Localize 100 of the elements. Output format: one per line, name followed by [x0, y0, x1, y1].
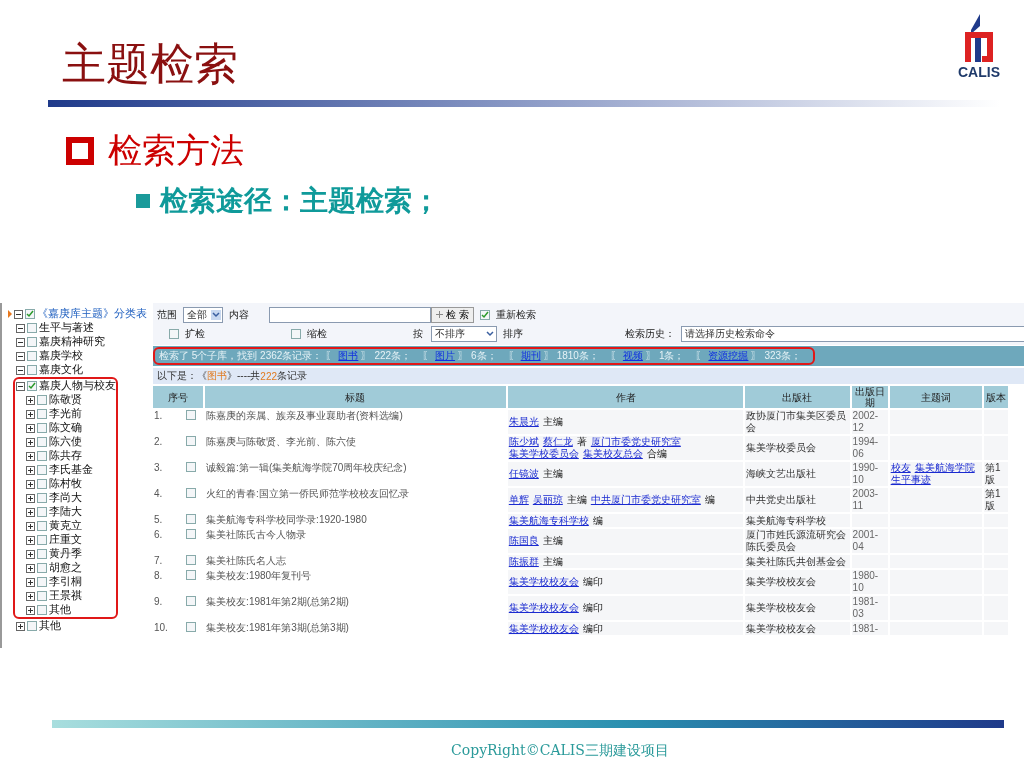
subject-link[interactable]: 生平事迹	[890, 474, 931, 485]
minus-box-icon[interactable]	[16, 381, 25, 391]
minus-box-icon[interactable]	[16, 351, 25, 361]
checkbox[interactable]	[37, 591, 47, 601]
checkbox[interactable]	[186, 529, 197, 539]
plus-box-icon[interactable]	[26, 479, 35, 489]
plus-box-icon[interactable]	[26, 465, 35, 475]
checkbox[interactable]	[186, 462, 197, 472]
checkbox[interactable]	[291, 328, 301, 339]
sort-select[interactable]: 不排序	[431, 325, 497, 342]
tree-item[interactable]: 陈敬贤	[49, 393, 82, 407]
tree-item[interactable]: 陈共存	[49, 449, 82, 463]
tree-item[interactable]: 黄丹季	[49, 547, 82, 561]
checkbox[interactable]	[186, 514, 197, 524]
checkbox[interactable]	[27, 365, 37, 375]
checkbox[interactable]	[25, 309, 35, 319]
checkbox[interactable]	[37, 521, 47, 531]
checkbox[interactable]	[27, 337, 37, 347]
caret-icon[interactable]	[211, 309, 221, 320]
checkbox[interactable]	[186, 570, 197, 580]
author-link[interactable]: 陈国良	[508, 535, 539, 546]
subject-link[interactable]: 校友	[890, 462, 911, 473]
author-link[interactable]: 吴丽琼	[532, 494, 563, 505]
plus-box-icon[interactable]	[26, 423, 35, 433]
checkbox[interactable]	[186, 410, 197, 420]
tree-item[interactable]: 《嘉庚库主题》分类表	[37, 307, 147, 321]
tree-item[interactable]: 王景祺	[49, 589, 82, 603]
checkbox[interactable]	[37, 437, 47, 447]
checkbox[interactable]	[186, 622, 197, 632]
subject-link[interactable]: 集美航海学院	[914, 462, 975, 473]
plus-box-icon[interactable]	[26, 563, 35, 573]
tree-item[interactable]: 李氏基金	[49, 463, 93, 477]
history-select[interactable]: 请选择历史检索命令	[681, 325, 1024, 342]
plus-box-icon[interactable]	[26, 521, 35, 531]
checkbox[interactable]	[27, 323, 37, 333]
checkbox[interactable]	[27, 351, 37, 361]
checkbox[interactable]	[186, 596, 197, 606]
tree-item[interactable]: 陈文确	[49, 421, 82, 435]
author-link[interactable]: 集美航海专科学校	[508, 514, 589, 526]
author-link[interactable]: 任镜波	[508, 468, 539, 479]
author-link[interactable]: 厦门市委党史研究室	[590, 436, 681, 447]
author-link[interactable]: 单辉	[508, 494, 529, 505]
plus-box-icon[interactable]	[26, 535, 35, 545]
plus-box-icon[interactable]	[26, 591, 35, 601]
plus-box-icon[interactable]	[26, 437, 35, 447]
checkbox[interactable]	[186, 488, 197, 498]
checkbox[interactable]	[186, 555, 197, 565]
tree-item[interactable]: 嘉庚人物与校友	[39, 379, 116, 393]
author-link[interactable]: 集美学校委员会	[508, 448, 579, 459]
plus-box-icon[interactable]	[26, 395, 35, 405]
tree-item[interactable]: 嘉庚精神研究	[39, 335, 105, 349]
tree-item[interactable]: 嘉庚学校	[39, 349, 83, 363]
checkbox[interactable]	[37, 465, 47, 475]
author-link[interactable]: 集美校友总会	[582, 448, 643, 459]
plus-box-icon[interactable]	[26, 409, 35, 419]
checkbox[interactable]	[37, 409, 47, 419]
caret-icon[interactable]	[485, 328, 495, 339]
checkbox[interactable]	[37, 605, 47, 615]
tree-item[interactable]: 李引桐	[49, 575, 82, 589]
plus-box-icon[interactable]	[26, 577, 35, 587]
checkbox[interactable]	[169, 328, 179, 339]
checkbox[interactable]	[37, 507, 47, 517]
tree-item[interactable]: 李光前	[49, 407, 82, 421]
tree-item[interactable]: 陈六使	[49, 435, 82, 449]
tree-item[interactable]: 嘉庚文化	[39, 363, 83, 377]
minus-box-icon[interactable]	[16, 337, 25, 347]
tree-item[interactable]: 其他	[39, 619, 61, 633]
checkbox[interactable]	[37, 479, 47, 489]
author-link[interactable]: 集美学校校友会	[508, 576, 579, 587]
author-link[interactable]: 集美学校校友会	[508, 602, 579, 613]
checkbox[interactable]	[37, 423, 47, 433]
tree-item[interactable]: 李陆大	[49, 505, 82, 519]
checkbox[interactable]	[37, 577, 47, 587]
checkbox[interactable]	[37, 395, 47, 405]
tree-item[interactable]: 其他	[49, 603, 71, 617]
author-link[interactable]: 蔡仁龙	[542, 436, 573, 447]
tree-item[interactable]: 黄克立	[49, 519, 82, 533]
plus-box-icon[interactable]	[26, 451, 35, 461]
tree-item[interactable]: 胡愈之	[49, 561, 82, 575]
search-field[interactable]	[269, 306, 431, 323]
tree-item[interactable]: 李尚大	[49, 491, 82, 505]
search-button[interactable]: 检 索	[431, 306, 474, 323]
plus-box-icon[interactable]	[26, 549, 35, 559]
checkbox[interactable]	[479, 309, 490, 320]
checkbox[interactable]	[37, 535, 47, 545]
checkbox[interactable]	[37, 563, 47, 573]
plus-box-icon[interactable]	[26, 493, 35, 503]
scope-select[interactable]: 全部	[183, 306, 223, 323]
minus-box-icon[interactable]	[16, 365, 25, 375]
author-link[interactable]: 陈少斌	[508, 436, 539, 447]
tree-item[interactable]: 陈村牧	[49, 477, 82, 491]
checkbox[interactable]	[186, 436, 197, 446]
author-link[interactable]: 集美学校校友会	[508, 622, 579, 634]
plus-box-icon[interactable]	[16, 621, 25, 631]
tree-item[interactable]: 生平与著述	[39, 321, 94, 335]
minus-box-icon[interactable]	[16, 323, 25, 333]
checkbox[interactable]	[37, 493, 47, 503]
checkbox[interactable]	[37, 549, 47, 559]
plus-box-icon[interactable]	[26, 605, 35, 615]
checkbox[interactable]	[37, 451, 47, 461]
